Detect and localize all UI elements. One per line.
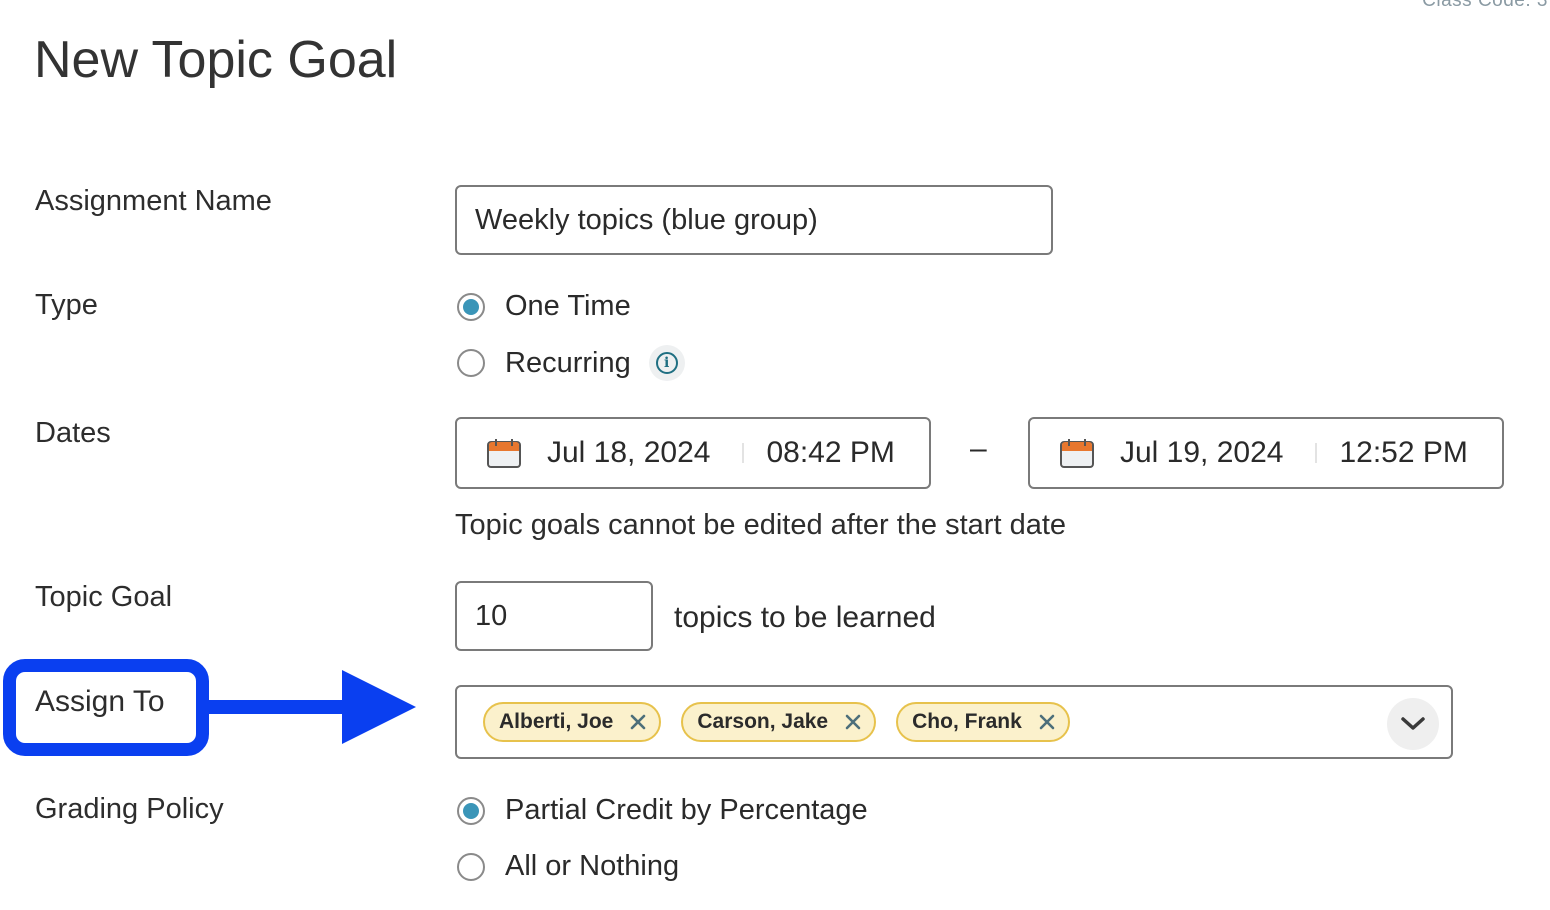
info-icon[interactable]: i xyxy=(648,345,685,381)
student-chip: Carson, Jake xyxy=(681,702,877,742)
topic-goal-label: Topic Goal xyxy=(35,581,173,613)
assignment-name-input[interactable]: Weekly topics (blue group) xyxy=(455,185,1053,255)
date-range-separator: – xyxy=(970,432,987,465)
student-chip: Alberti, Joe xyxy=(483,702,662,742)
grading-option-label: All or Nothing xyxy=(505,850,680,882)
type-option-label: Recurring xyxy=(505,346,631,379)
calendar-icon xyxy=(1060,439,1094,468)
end-date[interactable]: Jul 19, 2024 xyxy=(1120,436,1283,470)
date-time-divider xyxy=(1315,443,1318,463)
radio-button-selected[interactable] xyxy=(457,796,485,825)
student-chip-label: Alberti, Joe xyxy=(499,710,614,733)
class-code: Class Code: 3 xyxy=(1422,0,1548,11)
page-title: New Topic Goal xyxy=(34,31,398,89)
type-option-one-time[interactable]: One Time xyxy=(457,290,631,323)
grading-policy-label: Grading Policy xyxy=(35,793,224,825)
assign-to-select[interactable]: Alberti, Joe Carson, Jake Cho, Frank xyxy=(455,685,1453,759)
student-chip: Cho, Frank xyxy=(896,702,1070,742)
topic-goal-suffix: topics to be learned xyxy=(674,601,936,634)
type-option-label: One Time xyxy=(505,290,631,322)
grading-option-all-or-nothing[interactable]: All or Nothing xyxy=(457,850,679,883)
close-icon[interactable] xyxy=(844,713,862,731)
student-chip-label: Carson, Jake xyxy=(697,710,829,733)
radio-button[interactable] xyxy=(457,349,485,377)
close-icon[interactable] xyxy=(629,713,647,731)
calendar-icon xyxy=(487,439,521,468)
grading-option-label: Partial Credit by Percentage xyxy=(505,794,868,826)
type-label: Type xyxy=(35,289,98,321)
dropdown-toggle-button[interactable] xyxy=(1387,698,1439,750)
close-icon[interactable] xyxy=(1038,713,1056,731)
assignment-name-label: Assignment Name xyxy=(35,185,272,217)
grading-option-partial-credit[interactable]: Partial Credit by Percentage xyxy=(457,794,868,827)
end-date-picker[interactable]: Jul 19, 2024 12:52 PM xyxy=(1028,417,1504,489)
radio-button[interactable] xyxy=(457,852,485,881)
start-date[interactable]: Jul 18, 2024 xyxy=(547,436,710,470)
end-time[interactable]: 12:52 PM xyxy=(1339,436,1467,470)
student-chip-label: Cho, Frank xyxy=(912,710,1022,733)
date-time-divider xyxy=(742,443,745,463)
dates-hint: Topic goals cannot be edited after the s… xyxy=(455,509,1067,541)
topic-goal-input[interactable]: 10 xyxy=(455,581,653,651)
assign-to-label: Assign To xyxy=(35,685,165,718)
dates-label: Dates xyxy=(35,417,111,449)
annotation-arrow-icon xyxy=(205,670,416,744)
chevron-down-icon xyxy=(1401,717,1425,730)
start-date-picker[interactable]: Jul 18, 2024 08:42 PM xyxy=(455,417,931,489)
radio-button-selected[interactable] xyxy=(457,292,485,321)
type-option-recurring[interactable]: Recurring i xyxy=(457,345,685,381)
start-time[interactable]: 08:42 PM xyxy=(766,436,894,470)
